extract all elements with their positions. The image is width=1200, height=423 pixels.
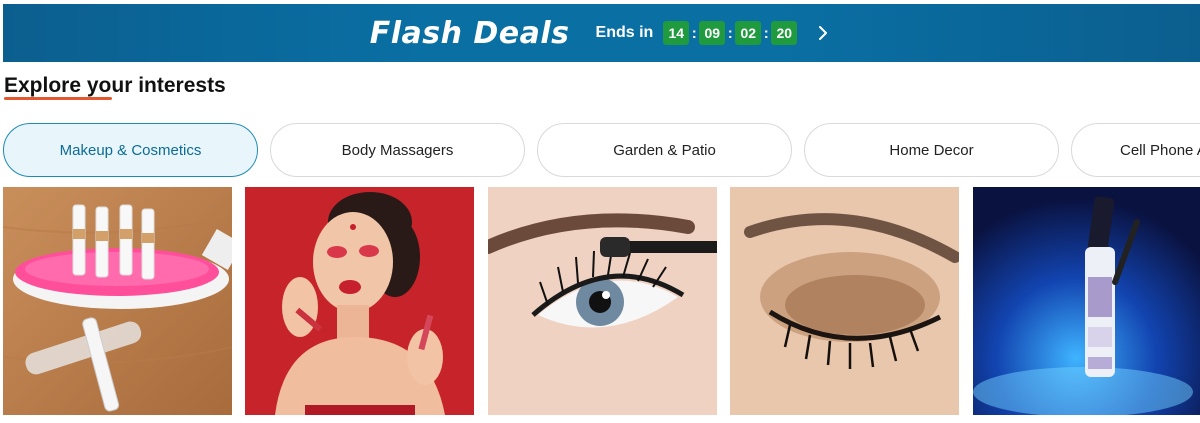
- product-card-brush-holder[interactable]: [3, 187, 232, 415]
- product-grid: [3, 187, 1200, 415]
- product-card-mascara-eye[interactable]: [488, 187, 717, 415]
- timer-minutes: 09: [699, 21, 726, 45]
- product-card-mascara-tube[interactable]: [973, 187, 1200, 415]
- timer-seconds: 02: [735, 21, 762, 45]
- mascara-tube-blue-photo: [973, 187, 1200, 415]
- timer-hours: 14: [663, 21, 690, 45]
- timer-separator: :: [727, 24, 733, 42]
- eyeshadow-closed-eye-photo: [730, 187, 959, 415]
- chevron-right-icon[interactable]: [813, 23, 833, 43]
- tab-home-decor[interactable]: Home Decor: [804, 123, 1059, 177]
- tab-body-massagers[interactable]: Body Massagers: [270, 123, 525, 177]
- model-lip-gloss-photo: [245, 187, 474, 415]
- product-card-lip-gloss[interactable]: [245, 187, 474, 415]
- timer-separator: :: [691, 24, 697, 42]
- ends-in-label: Ends in: [595, 24, 654, 41]
- tab-makeup-cosmetics[interactable]: Makeup & Cosmetics: [3, 123, 258, 177]
- makeup-brush-holder-photo: [3, 187, 232, 415]
- category-tabs: Makeup & Cosmetics Body Massagers Garden…: [3, 123, 1200, 177]
- flash-deals-title: Flash Deals: [369, 15, 570, 51]
- timer-separator: :: [763, 24, 769, 42]
- tab-garden-patio[interactable]: Garden & Patio: [537, 123, 792, 177]
- timer-centiseconds: 20: [771, 21, 798, 45]
- mascara-eye-closeup-photo: [488, 187, 717, 415]
- flash-deals-banner[interactable]: Flash Deals Ends in 14 : 09 : 02 : 20: [3, 4, 1200, 62]
- product-card-eyeshadow[interactable]: [730, 187, 959, 415]
- tab-cell-phone-accessories[interactable]: Cell Phone Accessories: [1071, 123, 1200, 177]
- title-underline: [4, 97, 112, 100]
- section-title: Explore your interests: [4, 74, 226, 97]
- countdown-timer: 14 : 09 : 02 : 20: [663, 21, 798, 45]
